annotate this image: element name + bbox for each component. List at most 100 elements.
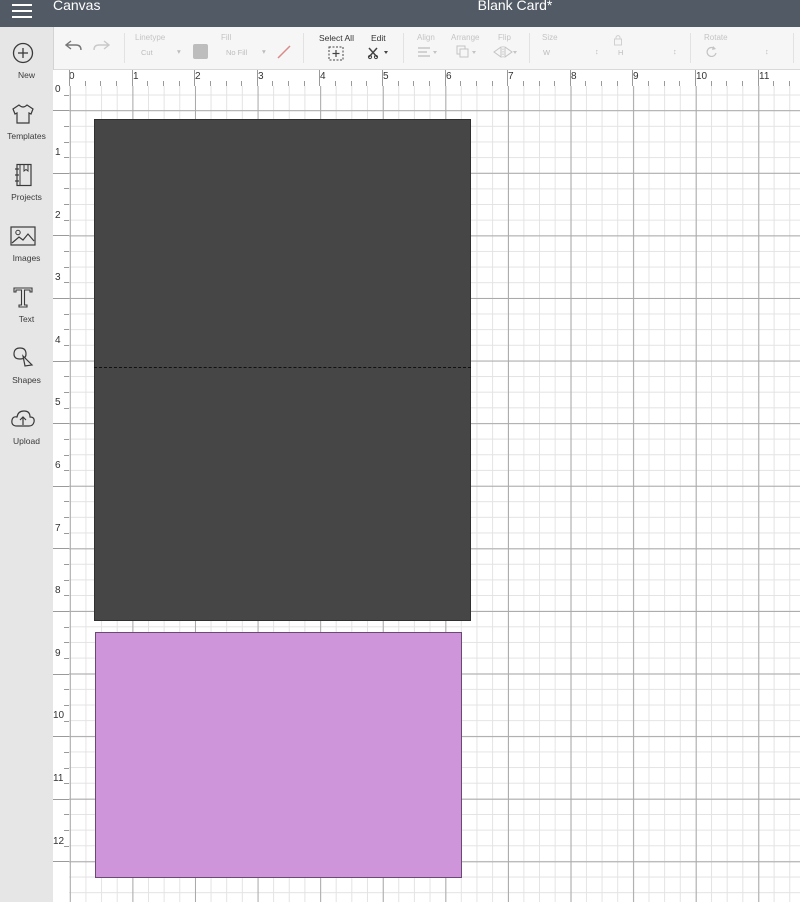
sidebar-item-label: Projects	[11, 192, 42, 202]
design-canvas[interactable]	[69, 86, 800, 902]
sidebar-item-projects[interactable]: Projects	[0, 159, 53, 219]
ruler-number: 11	[53, 773, 64, 784]
notebook-icon	[15, 163, 32, 187]
ruler-number: 9	[633, 71, 639, 82]
left-sidebar: New Templates Projects Images Text Shape…	[0, 27, 54, 902]
ruler-number: 1	[133, 71, 139, 82]
ruler-tick	[53, 360, 69, 362]
ruler-tick	[194, 70, 196, 86]
ruler-number: 0	[55, 84, 61, 95]
sidebar-item-images[interactable]: Images	[0, 220, 53, 280]
ruler-tick	[53, 485, 69, 487]
edit-label: Edit	[371, 33, 386, 43]
ruler-number: 6	[55, 460, 61, 471]
ruler-number: 9	[55, 648, 61, 659]
toolbar-divider	[124, 33, 125, 63]
ruler-tick	[53, 423, 69, 425]
rotate-icon[interactable]	[705, 45, 718, 57]
ruler-number: 5	[383, 71, 389, 82]
ruler-number: 5	[55, 397, 61, 408]
sidebar-item-label: Images	[12, 253, 41, 263]
ruler-number: 4	[320, 71, 326, 82]
ruler-tick	[53, 798, 69, 800]
ruler-tick	[632, 70, 634, 86]
ruler-tick	[695, 70, 696, 86]
toolbar-divider	[690, 33, 691, 63]
sidebar-item-templates[interactable]: Templates	[0, 98, 53, 158]
ruler-number: 1	[55, 147, 61, 158]
ruler-number: 8	[55, 585, 61, 596]
linetype-select[interactable]: Cut	[141, 48, 153, 57]
project-title[interactable]: Blank Card*	[0, 0, 800, 13]
card-base-shape[interactable]	[94, 119, 471, 621]
sidebar-item-upload[interactable]: Upload	[0, 403, 53, 463]
toolbar-divider	[529, 33, 530, 63]
arrange-icon[interactable]	[456, 45, 478, 59]
card-insert-shape[interactable]	[95, 632, 462, 878]
sidebar-item-label: Text	[18, 314, 35, 324]
image-icon	[10, 226, 36, 246]
rotate-label: Rotate	[704, 33, 728, 42]
shapes-icon	[13, 347, 34, 367]
rotate-stepper[interactable]: ↕	[765, 47, 769, 56]
ruler-number: 10	[696, 71, 708, 82]
sidebar-item-shapes[interactable]: Shapes	[0, 342, 53, 402]
flip-icon[interactable]	[492, 45, 518, 59]
height-stepper[interactable]: ↕	[673, 47, 677, 56]
ruler-vertical: 0 1 2 3 4 5 6 7 8 9 10 11 12	[53, 84, 70, 902]
linetype-color-swatch[interactable]	[193, 44, 208, 59]
score-line[interactable]	[94, 367, 471, 368]
ruler-number: 4	[55, 335, 61, 346]
ruler-tick	[256, 70, 258, 86]
select-all-icon[interactable]	[328, 46, 344, 61]
ruler-number: 7	[55, 523, 61, 534]
sidebar-item-new[interactable]: New	[0, 37, 53, 97]
ruler-horizontal: 0 1 2 3 4 5 6 7 8 9 10 11	[53, 70, 800, 87]
ruler-tick	[569, 70, 571, 86]
ruler-number: 3	[258, 71, 264, 82]
flip-label: Flip	[498, 33, 511, 42]
fill-dropdown-icon[interactable]: ▾	[262, 47, 266, 56]
text-t-icon	[13, 287, 33, 308]
width-field[interactable]: W	[543, 48, 550, 57]
ruler-tick	[69, 70, 70, 86]
linetype-dropdown-icon[interactable]: ▾	[177, 47, 181, 56]
ruler-tick	[319, 70, 321, 86]
ruler-tick	[53, 611, 69, 612]
app-header: Canvas Blank Card*	[0, 0, 800, 27]
toolbar-divider	[793, 33, 794, 63]
width-stepper[interactable]: ↕	[595, 47, 599, 56]
ruler-tick	[53, 673, 69, 675]
sidebar-item-label: New	[17, 70, 35, 80]
ruler-number: 6	[446, 71, 452, 82]
fill-select[interactable]: No Fill	[226, 48, 247, 57]
lock-aspect-icon[interactable]	[613, 34, 623, 46]
ruler-tick	[53, 110, 69, 112]
toolbar-divider	[403, 33, 404, 63]
edit-tools-icon[interactable]	[367, 45, 391, 60]
ruler-tick	[382, 70, 383, 86]
sidebar-item-text[interactable]: Text	[0, 281, 53, 341]
toolbar-divider	[303, 33, 304, 63]
edit-toolbar: Linetype Cut ▾ Fill No Fill ▾ Select All…	[53, 27, 800, 70]
ruler-number: 2	[55, 210, 61, 221]
height-field[interactable]: H	[618, 48, 623, 57]
sidebar-item-label: Upload	[13, 436, 40, 446]
undo-icon[interactable]	[65, 39, 83, 53]
sidebar-item-label: Templates	[7, 131, 46, 141]
ruler-tick	[507, 70, 509, 86]
fill-color-swatch-icon[interactable]	[277, 45, 291, 59]
ruler-tick	[53, 172, 69, 174]
sidebar-item-label: Shapes	[12, 375, 41, 385]
arrange-label: Arrange	[451, 33, 480, 42]
ruler-tick	[757, 70, 759, 86]
size-label: Size	[542, 33, 558, 42]
ruler-tick	[53, 861, 69, 863]
tshirt-icon	[12, 104, 34, 124]
ruler-number: 7	[508, 71, 514, 82]
fill-label: Fill	[221, 33, 232, 42]
linetype-label: Linetype	[135, 33, 166, 42]
redo-icon[interactable]	[92, 39, 110, 53]
select-all-label: Select All	[319, 33, 354, 43]
align-icon[interactable]	[417, 46, 439, 58]
